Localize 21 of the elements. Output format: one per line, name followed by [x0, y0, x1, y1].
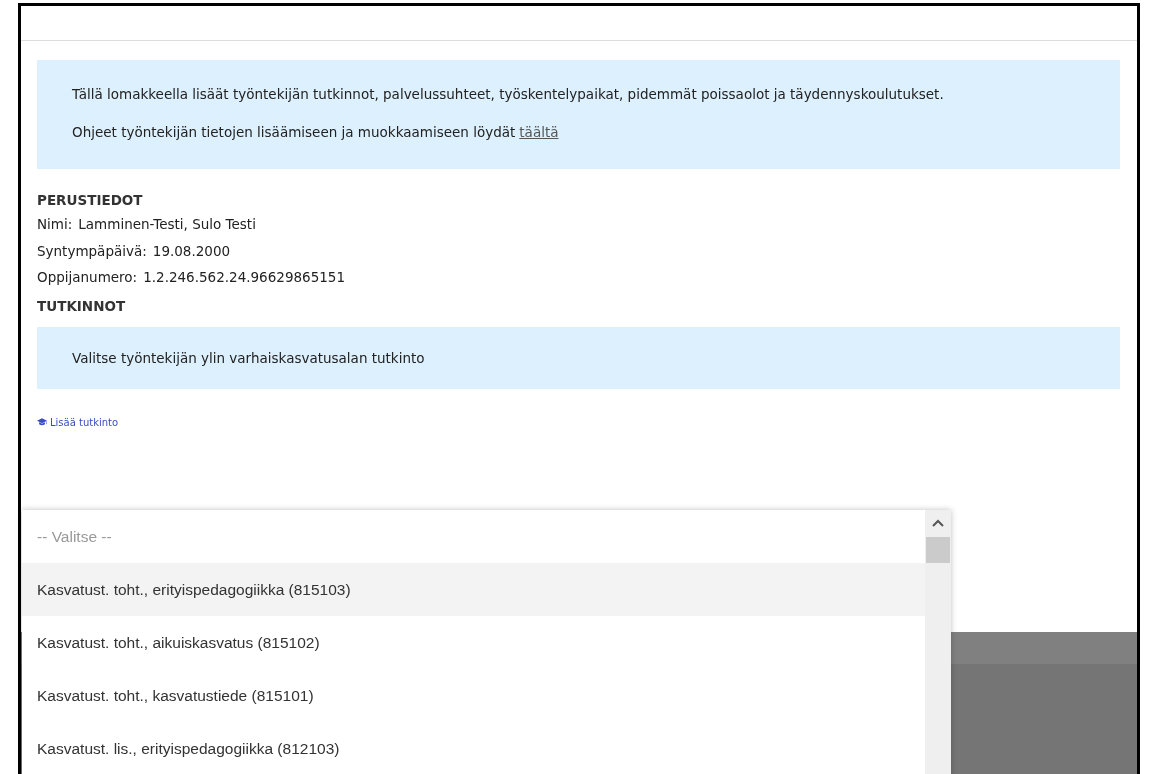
field-label: Syntympäpäivä:: [37, 241, 147, 261]
note-text: Valitse työntekijän ylin varhaiskasvatusalan tutkinto: [72, 349, 425, 366]
graduation-cap-icon: [37, 417, 47, 427]
help-text: Ohjeet työntekijän tietojen lisäämiseen ja muokkaamiseen löydät: [72, 124, 516, 140]
field-value: 1.2.246.562.24.96629865151: [143, 268, 345, 287]
scrollbar[interactable]: [925, 510, 951, 774]
help-link[interactable]: täältä: [519, 124, 559, 140]
dropdown-option[interactable]: Kasvatust. toht., kasvatustiede (815101): [22, 669, 925, 722]
field-value: 19.08.2000: [152, 241, 231, 261]
add-degree-link[interactable]: Lisää tutkinto: [37, 416, 119, 428]
field-label: Oppijanumero:: [37, 268, 138, 287]
field-value: Lamminen-Testi, Sulo Testi: [78, 215, 256, 234]
scroll-up-icon[interactable]: [932, 519, 944, 527]
dropdown-option[interactable]: Kasvatust. toht., erityispedagogiikka (815103): [22, 563, 925, 616]
section-heading: TUTKINNOT: [37, 296, 127, 316]
section-heading: PERUSTIEDOT: [37, 191, 144, 210]
dropdown-option[interactable]: Kasvatust. toht., aikuiskasvatus (815102): [22, 616, 925, 669]
dropdown-option[interactable]: Kasvatust. lis., erityispedagogiikka (812103): [22, 722, 925, 774]
scroll-thumb[interactable]: [926, 537, 950, 563]
field-label: Nimi:: [37, 215, 73, 234]
info-text: Tällä lomakkeella lisäät työntekijän tutkinnot, palvelussuhteet, työskentelypaikat, pidemmät poissaolot ja täydennyskoulutukset.: [72, 85, 945, 104]
